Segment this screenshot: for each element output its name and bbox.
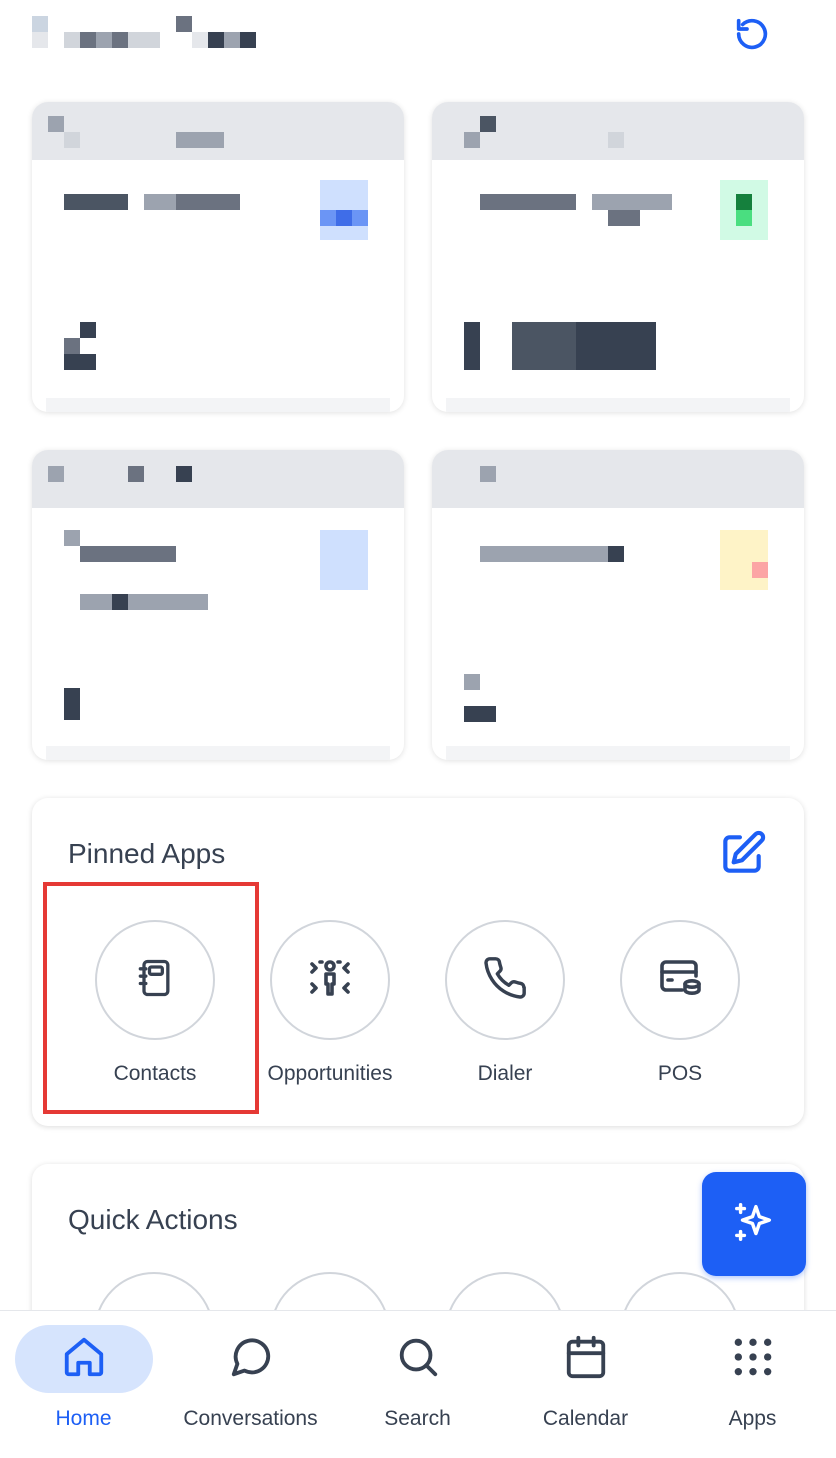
nav-label: Apps (728, 1407, 777, 1430)
calendar-icon (563, 1334, 609, 1385)
pinned-app-dialer[interactable]: Dialer (417, 920, 593, 1086)
chat-bubble-icon (228, 1334, 274, 1385)
search-icon (395, 1334, 441, 1385)
stat-card-header (32, 102, 404, 160)
nav-calendar[interactable]: Calendar (502, 1311, 669, 1458)
nav-home[interactable]: Home (0, 1311, 167, 1458)
home-icon (61, 1334, 107, 1385)
stat-card-3[interactable] (32, 450, 404, 760)
stat-card-header (32, 450, 404, 508)
nav-search[interactable]: Search (334, 1311, 501, 1458)
stat-card-1[interactable] (32, 102, 404, 412)
highlight-box (43, 882, 259, 1114)
refresh-icon (732, 14, 772, 59)
quick-actions-title: Quick Actions (68, 1204, 238, 1235)
pinned-app-label: POS (657, 1062, 703, 1085)
stat-card-4[interactable] (432, 450, 804, 760)
phone-icon (482, 955, 528, 1006)
sparkles-icon (731, 1199, 777, 1250)
edit-icon (717, 829, 767, 884)
pinned-app-label: Dialer (477, 1062, 533, 1085)
ai-assistant-button[interactable] (702, 1172, 806, 1276)
nav-label: Calendar (542, 1407, 629, 1430)
nav-apps[interactable]: Apps (669, 1311, 836, 1458)
nav-conversations[interactable]: Conversations (167, 1311, 334, 1458)
opportunities-icon (306, 954, 354, 1007)
pinned-app-label: Opportunities (267, 1062, 393, 1085)
bottom-navigation: Home Conversations Search Calendar Apps (0, 1310, 836, 1458)
pinned-app-pos[interactable]: POS (592, 920, 768, 1086)
stat-card-2[interactable] (432, 102, 804, 412)
nav-label: Conversations (183, 1407, 318, 1430)
pos-card-icon (656, 954, 704, 1007)
nav-label: Search (384, 1407, 451, 1430)
edit-pinned-apps-button[interactable] (714, 828, 770, 884)
nav-label: Home (55, 1407, 112, 1430)
apps-grid-icon (731, 1335, 775, 1384)
pinned-app-opportunities[interactable]: Opportunities (242, 920, 418, 1086)
top-header (0, 0, 836, 80)
refresh-button[interactable] (728, 12, 776, 60)
pinned-apps-title: Pinned Apps (68, 838, 226, 869)
